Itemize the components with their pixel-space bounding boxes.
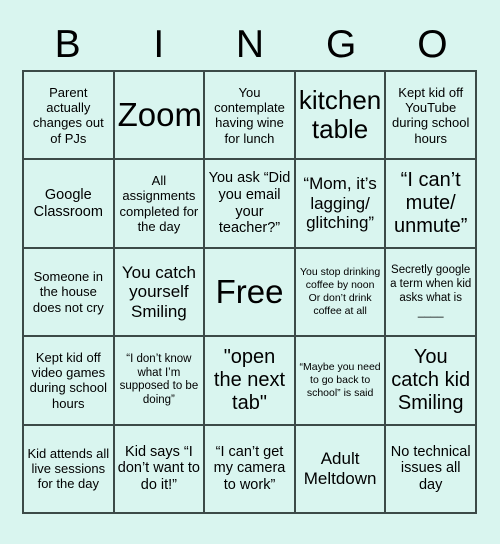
bingo-cell-label: “I don’t know what I’m supposed to be do… (119, 352, 199, 407)
bingo-header-letter-b: B (54, 22, 81, 66)
bingo-grid: Parent actually changes out of PJs Zoom Yo… (22, 70, 477, 514)
bingo-cell-label: Someone in the house does not cry (32, 269, 104, 315)
bingo-cell-label: Kept kid off video games during school h… (29, 349, 107, 411)
bingo-card: B I N G O Parent actually changes out of… (0, 0, 500, 544)
bingo-cell[interactable]: “Mom, it’s lagging/ glitching” (295, 160, 387, 249)
bingo-cell-label: All assignments completed for the day (119, 172, 199, 234)
bingo-header: B I N G O (22, 18, 478, 70)
bingo-cell[interactable]: You contemplate having wine for lunch (205, 72, 296, 161)
bingo-cell[interactable]: Kept kid off video games during school h… (24, 337, 115, 426)
bingo-cell-label: “I can’t mute/ unmute” (394, 169, 468, 237)
bingo-header-letter-o: O (417, 22, 448, 66)
bingo-cell-label: You ask “Did you email your teacher?” (208, 169, 291, 237)
bingo-cell[interactable]: Google Classroom (24, 160, 115, 249)
bingo-cell[interactable]: “Maybe you need to go back to school” is… (295, 337, 387, 426)
bingo-header-letter-n: N (235, 22, 265, 66)
bingo-cell-label: You stop drinking coffee by noon Or don’… (300, 266, 381, 317)
bingo-header-letter-g: G (326, 22, 357, 66)
bingo-cell-label: No technical issues all day (390, 443, 471, 494)
bingo-cell[interactable]: You catch yourself Smiling (114, 248, 206, 338)
bingo-cell[interactable]: “I can’t mute/ unmute” (386, 160, 477, 249)
bingo-cell[interactable]: You stop drinking coffee by noon Or don’… (295, 248, 387, 338)
bingo-cell-label: "open the next tab" (213, 346, 286, 414)
bingo-cell-label: “I can’t get my camera to work” (213, 443, 286, 494)
bingo-cell[interactable]: "open the next tab" (205, 337, 296, 426)
bingo-cell[interactable]: No technical issues all day (386, 425, 477, 514)
bingo-cell-label: You contemplate having wine for lunch (214, 84, 285, 146)
bingo-cell-label: kitchen table (298, 85, 382, 145)
bingo-cell-label: Adult Meltdown (303, 449, 377, 488)
bingo-cell[interactable]: “I can’t get my camera to work” (205, 425, 296, 514)
bingo-cell-label: Kid attends all live sessions for the da… (27, 445, 110, 492)
bingo-cell-label: Secretly google a term when kid asks wha… (390, 264, 472, 318)
bingo-cell-label: “Maybe you need to go back to school” is… (299, 361, 381, 399)
bingo-cell-label: Google Classroom (33, 186, 103, 220)
bingo-cell[interactable]: Someone in the house does not cry (24, 248, 115, 338)
bingo-cell[interactable]: Adult Meltdown (295, 425, 387, 514)
bingo-cell-label: You catch yourself Smiling (121, 262, 196, 321)
bingo-cell-free[interactable]: Free (205, 248, 296, 338)
bingo-cell-label: Zoom (117, 96, 202, 134)
bingo-cell[interactable]: All assignments completed for the day (114, 160, 206, 249)
bingo-cell-label: Kept kid off YouTube during school hours (392, 84, 470, 146)
bingo-cell-label: You catch kid Smiling (391, 346, 471, 414)
bingo-cell[interactable]: Parent actually changes out of PJs (24, 72, 115, 161)
bingo-cell[interactable]: Secretly google a term when kid asks wha… (386, 248, 477, 338)
bingo-cell-label: Free (215, 272, 284, 310)
bingo-cell-label: Parent actually changes out of PJs (32, 84, 104, 146)
bingo-cell[interactable]: You ask “Did you email your teacher?” (205, 160, 296, 249)
bingo-cell[interactable]: Kid attends all live sessions for the da… (24, 425, 115, 514)
bingo-cell[interactable]: You catch kid Smiling (386, 337, 477, 426)
bingo-cell-label: Kid says “I don’t want to do it!” (117, 443, 200, 494)
bingo-cell[interactable]: kitchen table (295, 72, 387, 161)
bingo-cell[interactable]: “I don’t know what I’m supposed to be do… (114, 337, 206, 426)
bingo-header-letter-i: I (153, 22, 165, 66)
bingo-cell-label: “Mom, it’s lagging/ glitching” (303, 174, 377, 233)
bingo-cell[interactable]: Kid says “I don’t want to do it!” (114, 425, 206, 514)
bingo-cell[interactable]: Zoom (114, 72, 206, 161)
bingo-cell[interactable]: Kept kid off YouTube during school hours (386, 72, 477, 161)
